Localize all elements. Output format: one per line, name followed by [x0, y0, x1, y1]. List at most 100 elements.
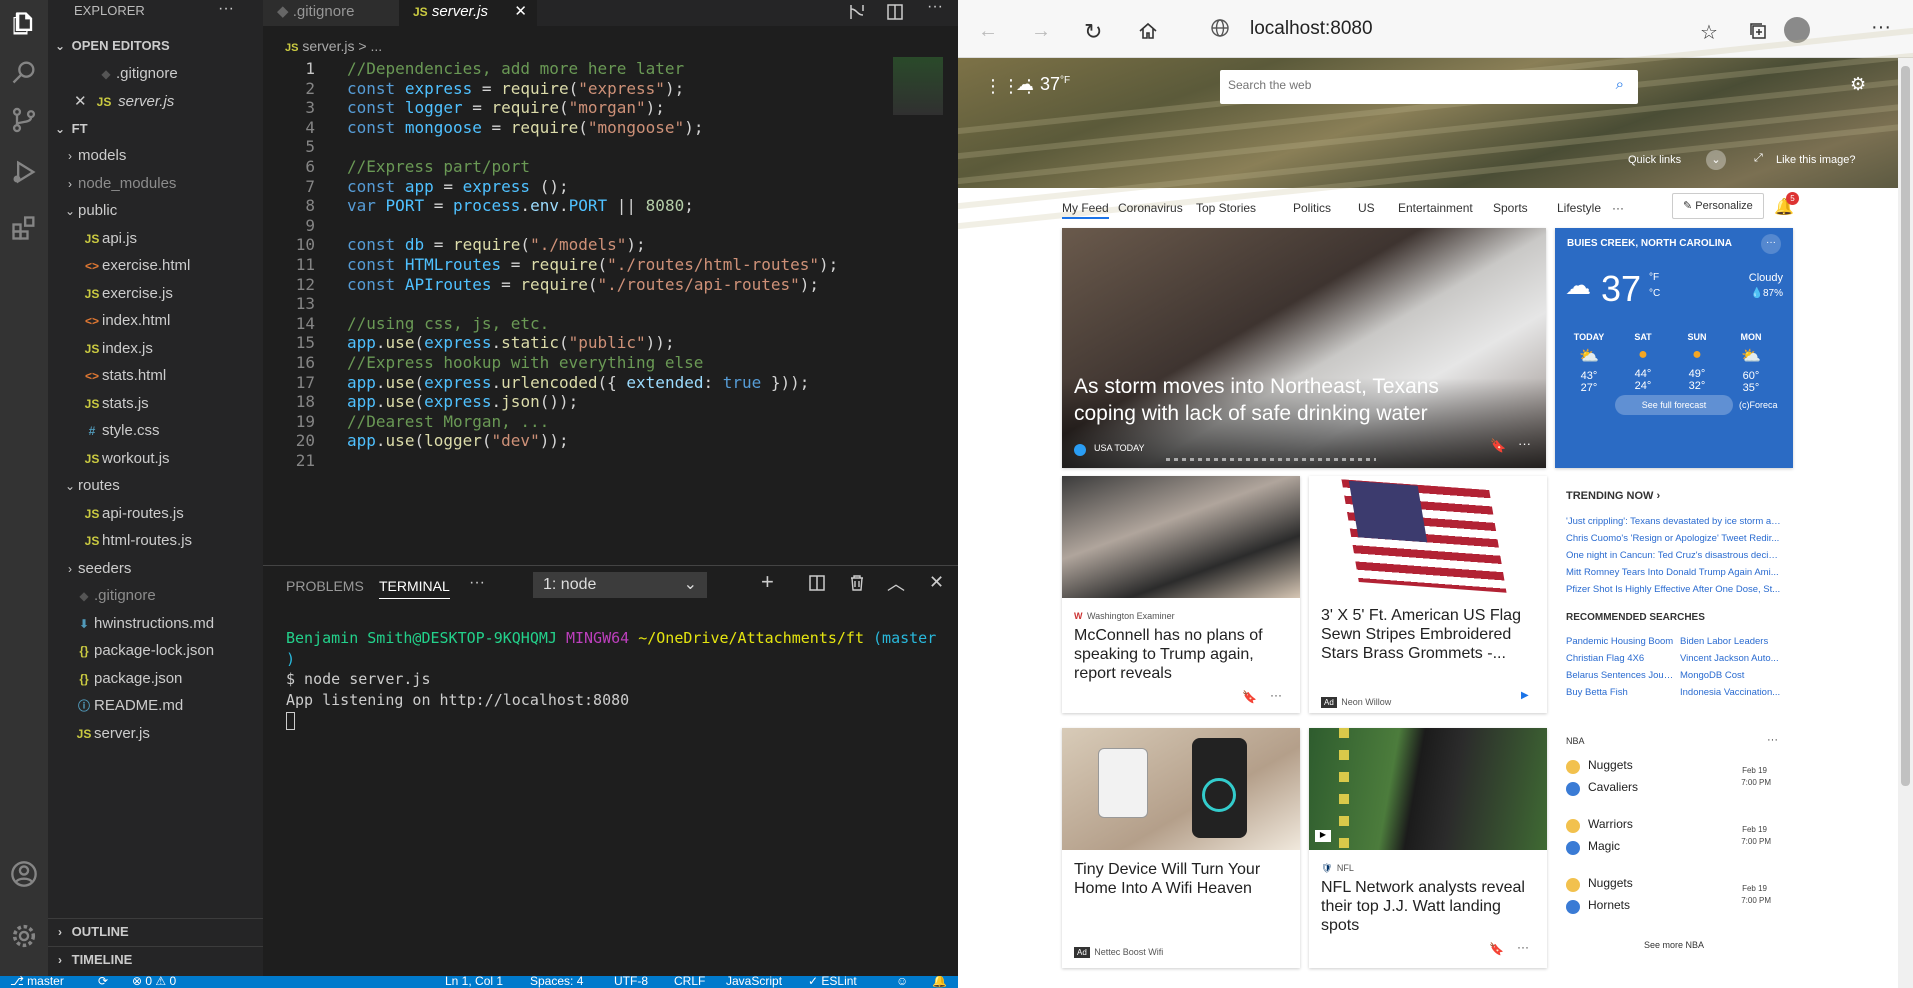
open-changes-icon[interactable]: [847, 2, 867, 22]
file-tree-item[interactable]: ⓘ README.md: [48, 692, 263, 720]
recommended-item[interactable]: Buy Betta Fish: [1566, 687, 1674, 698]
recommended-item[interactable]: Biden Labor Leaders: [1680, 636, 1788, 647]
feed-tab[interactable]: Coronavirus: [1118, 201, 1183, 215]
more-options-icon[interactable]: ···: [1761, 234, 1781, 254]
feed-tab[interactable]: US: [1358, 201, 1375, 215]
see-more-nba[interactable]: See more NBA: [1555, 940, 1793, 950]
file-tree-item[interactable]: ⌄ public: [48, 197, 263, 225]
outline-section[interactable]: › OUTLINE: [48, 918, 263, 944]
file-tree-item[interactable]: › seeders: [48, 555, 263, 583]
indentation[interactable]: Spaces: 4: [530, 976, 583, 988]
file-tree-item[interactable]: JS html-routes.js: [48, 527, 263, 555]
close-panel-icon[interactable]: ✕: [929, 572, 944, 593]
trending-item[interactable]: 'Just crippling': Texans devastated by i…: [1566, 516, 1781, 527]
ad-card-wifi[interactable]: Tiny Device Will Turn Your Home Into A W…: [1062, 728, 1300, 968]
ad-headline[interactable]: Tiny Device Will Turn Your Home Into A W…: [1074, 860, 1288, 898]
feed-tab[interactable]: Entertainment: [1398, 201, 1473, 215]
file-tree-item[interactable]: ⌄ routes: [48, 472, 263, 500]
settings-gear-icon[interactable]: [0, 912, 48, 960]
weather-location[interactable]: BUIES CREEK, NORTH CAROLINA: [1567, 238, 1732, 249]
more-actions-icon[interactable]: ···: [218, 0, 234, 18]
language-mode[interactable]: JavaScript: [726, 976, 782, 988]
recommended-item[interactable]: Pandemic Housing Boom: [1566, 636, 1674, 647]
chevron-down-icon[interactable]: ⌄: [1706, 150, 1726, 170]
bell-icon[interactable]: 🔔: [932, 976, 947, 988]
nba-game[interactable]: Warriors Magic Feb 19 7:00 PM: [1566, 817, 1781, 861]
eol[interactable]: CRLF: [674, 976, 705, 988]
search-icon[interactable]: ⌕: [1616, 76, 1624, 93]
feed-tab[interactable]: Lifestyle: [1557, 201, 1601, 215]
trending-item[interactable]: Chris Cuomo's 'Resign or Apologize' Twee…: [1566, 533, 1781, 544]
forward-arrow-icon[interactable]: →: [1031, 20, 1051, 43]
refresh-icon[interactable]: ↻: [1084, 19, 1102, 45]
unit-f[interactable]: °F: [1649, 272, 1659, 283]
close-icon[interactable]: ✕: [74, 88, 94, 116]
file-tree-item[interactable]: JS exercise.js: [48, 280, 263, 308]
cursor-position[interactable]: Ln 1, Col 1: [445, 976, 503, 988]
recommended-item[interactable]: Belarus Sentences Jour...: [1566, 670, 1674, 681]
terminal-select[interactable]: 1: node ⌄: [533, 572, 707, 598]
file-tree-item[interactable]: {} package-lock.json: [48, 637, 263, 665]
file-tree-item[interactable]: ⬇ hwinstructions.md: [48, 610, 263, 638]
feed-tab[interactable]: Sports: [1493, 201, 1528, 215]
timeline-section[interactable]: › TIMELINE: [48, 946, 263, 972]
carousel-dots[interactable]: [1166, 458, 1376, 461]
news-headline[interactable]: McConnell has no plans of speaking to Tr…: [1062, 626, 1300, 683]
scrollbar-thumb[interactable]: [1901, 66, 1910, 786]
open-editors-header[interactable]: ⌄ OPEN EDITORS: [48, 33, 263, 59]
tab-gitignore[interactable]: ◆ .gitignore: [263, 0, 399, 26]
search-box[interactable]: ⌕: [1220, 70, 1638, 104]
file-tree-item[interactable]: # style.css: [48, 417, 263, 445]
feed-tab[interactable]: ···: [1612, 201, 1624, 215]
weather-credit[interactable]: (c)Foreca: [1739, 400, 1778, 410]
folder-ft-header[interactable]: ⌄ FT: [48, 116, 263, 142]
tab-terminal[interactable]: TERMINAL: [379, 578, 450, 599]
full-forecast-button[interactable]: See full forecast: [1615, 395, 1733, 415]
hero-headline[interactable]: As storm moves into Northeast, Texans co…: [1074, 373, 1474, 427]
minimap[interactable]: [893, 57, 943, 115]
file-tree-item[interactable]: › models: [48, 142, 263, 170]
home-icon[interactable]: [1138, 21, 1158, 41]
more-actions-icon[interactable]: ···: [469, 574, 485, 592]
recommended-item[interactable]: Christian Flag 4X6: [1566, 653, 1674, 664]
news-card-mcconnell[interactable]: W Washington Examiner McConnell has no p…: [1062, 476, 1300, 713]
open-editor-server-js[interactable]: ✕ JS server.js: [48, 88, 263, 116]
breadcrumb[interactable]: JS server.js > ...: [263, 35, 382, 57]
open-editor-gitignore[interactable]: ◆ .gitignore: [48, 60, 263, 88]
nba-game[interactable]: Nuggets Cavaliers Feb 19 7:00 PM: [1566, 758, 1781, 802]
file-tree-item[interactable]: <> index.html: [48, 307, 263, 335]
more-options-icon[interactable]: ···: [1518, 436, 1531, 451]
file-tree-item[interactable]: <> exercise.html: [48, 252, 263, 280]
ad-card-flag[interactable]: 3' X 5' Ft. American US Flag Sewn Stripe…: [1309, 476, 1547, 713]
file-tree-item[interactable]: JS index.js: [48, 335, 263, 363]
branch-indicator[interactable]: ⎇ master: [10, 976, 64, 988]
feedback-icon[interactable]: ☺: [896, 976, 908, 988]
trending-item[interactable]: Pfizer Shot Is Highly Effective After On…: [1566, 584, 1781, 595]
recommended-item[interactable]: Indonesia Vaccination...: [1680, 687, 1788, 698]
quick-links[interactable]: Quick links: [1628, 154, 1681, 166]
accounts-icon[interactable]: [0, 850, 48, 898]
expand-icon[interactable]: ⤢: [1754, 152, 1763, 165]
search-icon[interactable]: [0, 48, 48, 96]
search-input[interactable]: [1228, 78, 1588, 92]
file-tree-item[interactable]: JS workout.js: [48, 445, 263, 473]
tab-problems[interactable]: PROBLEMS: [286, 578, 364, 594]
encoding[interactable]: UTF-8: [614, 976, 648, 988]
temp-top[interactable]: 37: [1040, 74, 1060, 95]
ad-headline[interactable]: 3' X 5' Ft. American US Flag Sewn Stripe…: [1321, 606, 1535, 663]
split-terminal-icon[interactable]: [808, 574, 826, 592]
back-arrow-icon[interactable]: ←: [978, 20, 998, 43]
more-options-icon[interactable]: ···: [1517, 940, 1529, 954]
personalize-button[interactable]: ✎ Personalize: [1672, 193, 1764, 219]
close-tab-icon[interactable]: ✕: [514, 0, 527, 24]
nba-game[interactable]: Nuggets Hornets Feb 19 7:00 PM: [1566, 876, 1781, 920]
file-tree-item[interactable]: JS api-routes.js: [48, 500, 263, 528]
adchoices-icon[interactable]: ▶: [1521, 690, 1529, 701]
feed-tab[interactable]: My Feed: [1062, 201, 1109, 219]
file-tree-item[interactable]: › node_modules: [48, 170, 263, 198]
trending-item[interactable]: One night in Cancun: Ted Cruz's disastro…: [1566, 550, 1781, 561]
new-terminal-icon[interactable]: +: [761, 569, 774, 595]
file-tree-item[interactable]: JS server.js: [48, 720, 263, 748]
trending-item[interactable]: Mitt Romney Tears Into Donald Trump Agai…: [1566, 567, 1781, 578]
settings-gear-icon[interactable]: ⚙: [1850, 74, 1866, 95]
